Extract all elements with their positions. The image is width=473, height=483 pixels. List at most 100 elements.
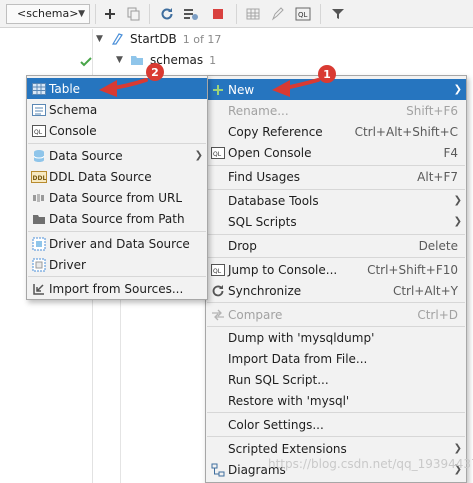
toolbar-separator: [320, 4, 321, 24]
schema-selector-label: <schema>: [17, 7, 79, 20]
toolbar-separator: [149, 4, 150, 24]
menu-item-shortcut: Ctrl+Shift+F10: [367, 262, 458, 277]
console-icon: QL: [31, 123, 47, 139]
checkmark-icon: [80, 57, 92, 67]
menu-item-label: New: [228, 82, 255, 97]
menu-item-import-data[interactable]: Import Data from File...: [206, 348, 466, 369]
menu-item-label: Data Source from URL: [49, 190, 183, 205]
menu-item-color-settings[interactable]: Color Settings...: [206, 414, 466, 435]
menu-item-copy-reference[interactable]: Copy Reference Ctrl+Alt+Shift+C: [206, 121, 466, 142]
menu-item-shortcut: Ctrl+Alt+Y: [392, 283, 458, 298]
datasource-icon: [31, 148, 47, 164]
toolbar: <schema> ▼ QL: [0, 0, 473, 28]
menu-item-label: Table: [49, 81, 81, 96]
duplicate-icon[interactable]: [123, 3, 145, 25]
table-icon: [31, 81, 47, 97]
menu-item-restore-mysql[interactable]: Restore with 'mysql': [206, 390, 466, 411]
refresh-icon[interactable]: [156, 3, 178, 25]
submenu-item-table[interactable]: Table: [27, 78, 207, 99]
tree-item-count: 1 of 17: [182, 32, 222, 46]
menu-item-label: SQL Scripts: [228, 214, 297, 229]
menu-item-label: Scripted Extensions: [228, 441, 347, 456]
menu-item-run-sql-script[interactable]: Run SQL Script...: [206, 369, 466, 390]
query-console-icon[interactable]: QL: [292, 3, 314, 25]
menu-separator: [207, 436, 465, 437]
svg-text:QL: QL: [298, 11, 308, 19]
submenu-item-driver-data-source[interactable]: Driver and Data Source: [27, 233, 207, 254]
new-submenu: Table Schema QL Console Data Source ❯ DD…: [26, 75, 208, 300]
menu-item-label: Restore with 'mysql': [228, 393, 350, 408]
database-icon: [111, 33, 123, 45]
menu-item-shortcut: Delete: [418, 238, 458, 253]
edit-icon[interactable]: [267, 3, 289, 25]
menu-item-compare[interactable]: Compare Ctrl+D: [206, 304, 466, 325]
chevron-right-icon: ❯: [453, 84, 462, 95]
plus-icon: [210, 82, 226, 98]
url-icon: [31, 190, 47, 206]
menu-separator: [207, 257, 465, 258]
console-icon: QL: [210, 145, 226, 161]
svg-text:QL: QL: [213, 151, 222, 158]
menu-item-shortcut: Ctrl+Alt+Shift+C: [354, 124, 458, 139]
context-menu: New ❯ Rename... Shift+F6 Copy Reference …: [205, 75, 467, 483]
chevron-down-icon[interactable]: ▼: [116, 55, 130, 65]
menu-item-label: Import from Sources...: [49, 281, 184, 296]
chevron-down-icon[interactable]: ▼: [96, 34, 110, 44]
menu-item-open-console[interactable]: QL Open Console F4: [206, 142, 466, 163]
stop-icon[interactable]: [207, 3, 229, 25]
menu-item-shortcut: Alt+F7: [417, 169, 458, 184]
schema-selector[interactable]: <schema> ▼: [6, 4, 90, 24]
add-icon[interactable]: [99, 3, 121, 25]
menu-item-label: Run SQL Script...: [228, 372, 329, 387]
driver-datasource-icon: [31, 236, 47, 252]
menu-item-scripted-extensions[interactable]: Scripted Extensions ❯: [206, 438, 466, 459]
menu-item-new[interactable]: New ❯: [206, 79, 466, 100]
chevron-right-icon: ❯: [194, 150, 203, 161]
tree-item-schemas[interactable]: ▼ schemas 1: [116, 50, 216, 70]
menu-item-database-tools[interactable]: Database Tools ❯: [206, 190, 466, 211]
menu-item-jump-to-console[interactable]: QL Jump to Console... Ctrl+Shift+F10: [206, 259, 466, 280]
tree-item-count: 1: [209, 53, 217, 67]
callout-badge-2: 2: [146, 63, 164, 81]
menu-item-rename[interactable]: Rename... Shift+F6: [206, 100, 466, 121]
watermark: https://blog.csdn.net/qq_19394437: [268, 457, 473, 471]
submenu-item-console[interactable]: QL Console: [27, 120, 207, 141]
menu-separator: [207, 412, 465, 413]
menu-item-label: Open Console: [228, 145, 312, 160]
menu-item-synchronize[interactable]: Synchronize Ctrl+Alt+Y: [206, 280, 466, 301]
submenu-item-ddl-data-source[interactable]: DDL DDL Data Source: [27, 166, 207, 187]
menu-separator: [28, 231, 206, 232]
chevron-right-icon: ❯: [453, 195, 462, 206]
schema-settings-icon[interactable]: [180, 3, 202, 25]
menu-item-sql-scripts[interactable]: SQL Scripts ❯: [206, 211, 466, 232]
menu-item-find-usages[interactable]: Find Usages Alt+F7: [206, 166, 466, 187]
menu-item-dump-mysqldump[interactable]: Dump with 'mysqldump': [206, 327, 466, 348]
menu-item-label: Console: [49, 123, 97, 138]
folder-icon: [31, 211, 47, 227]
table-view-icon[interactable]: [242, 3, 264, 25]
menu-item-drop[interactable]: Drop Delete: [206, 235, 466, 256]
menu-item-label: Color Settings...: [228, 417, 324, 432]
driver-icon: [31, 257, 47, 273]
menu-item-label: Database Tools: [228, 193, 319, 208]
filter-icon[interactable]: [327, 3, 349, 25]
submenu-item-data-source[interactable]: Data Source ❯: [27, 145, 207, 166]
menu-item-label: Drop: [228, 238, 257, 253]
schema-icon: [31, 102, 47, 118]
submenu-item-schema[interactable]: Schema: [27, 99, 207, 120]
submenu-item-driver[interactable]: Driver: [27, 254, 207, 275]
submenu-item-data-source-path[interactable]: Data Source from Path: [27, 208, 207, 229]
submenu-item-import-sources[interactable]: Import from Sources...: [27, 278, 207, 299]
menu-item-label: Copy Reference: [228, 124, 323, 139]
diagram-icon: [210, 462, 226, 478]
compare-icon: [210, 307, 226, 323]
svg-text:QL: QL: [34, 129, 43, 136]
tree-item-startdb[interactable]: ▼ StartDB 1 of 17: [96, 29, 221, 49]
menu-item-shortcut: F4: [443, 145, 458, 160]
submenu-item-data-source-url[interactable]: Data Source from URL: [27, 187, 207, 208]
menu-item-label: DDL Data Source: [49, 169, 152, 184]
menu-item-shortcut: Shift+F6: [406, 103, 458, 118]
menu-item-label: Data Source from Path: [49, 211, 185, 226]
chevron-right-icon: ❯: [453, 216, 462, 227]
menu-separator: [28, 143, 206, 144]
